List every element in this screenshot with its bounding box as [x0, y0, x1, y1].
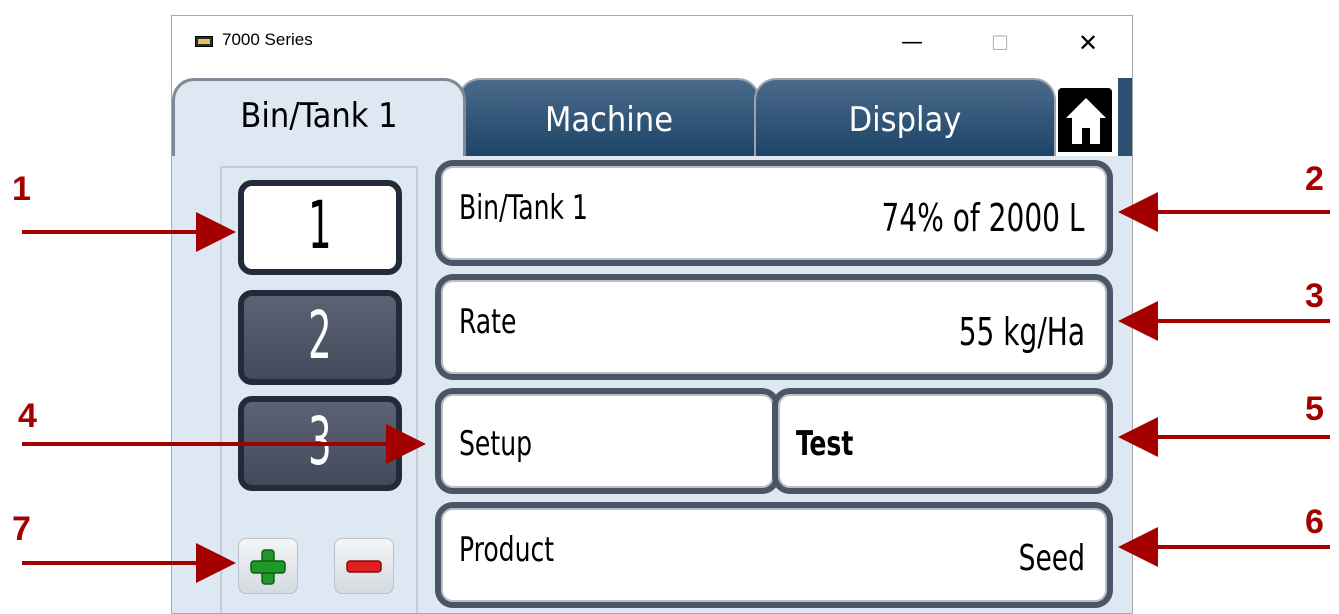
- tab-bin-tank-1[interactable]: Bin/Tank 1: [172, 78, 466, 156]
